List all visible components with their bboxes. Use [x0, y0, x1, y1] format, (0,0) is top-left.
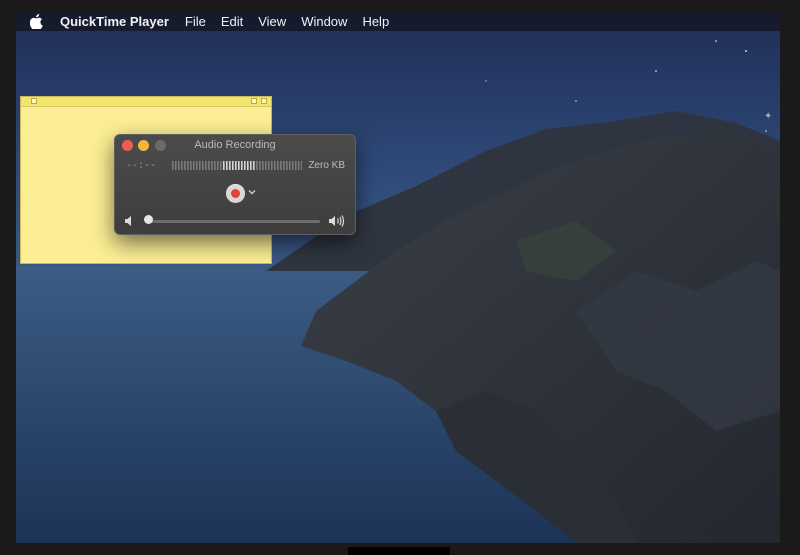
- audio-level-meter: [172, 161, 302, 170]
- speaker-low-icon: [125, 216, 131, 226]
- meter-tick: [250, 161, 252, 170]
- meter-tick: [283, 161, 285, 170]
- meter-tick: [199, 161, 201, 170]
- menu-bar: QuickTime Player File Edit View Window H…: [16, 11, 780, 31]
- meter-tick: [226, 161, 228, 170]
- meter-tick: [292, 161, 294, 170]
- meter-tick: [220, 161, 222, 170]
- meter-tick: [247, 161, 249, 170]
- menu-edit[interactable]: Edit: [221, 14, 243, 29]
- meter-tick: [271, 161, 273, 170]
- meter-tick: [295, 161, 297, 170]
- meter-tick: [223, 161, 225, 170]
- menu-help[interactable]: Help: [362, 14, 389, 29]
- meter-tick: [217, 161, 219, 170]
- desktop: QuickTime Player File Edit View Window H…: [16, 11, 780, 543]
- speaker-high-icon: [329, 215, 345, 227]
- meter-tick: [301, 161, 302, 170]
- audio-recording-window[interactable]: Audio Recording --:-- Zero KB: [114, 134, 356, 235]
- meter-tick: [241, 161, 243, 170]
- dock-edge: [348, 547, 450, 555]
- meter-tick: [253, 161, 255, 170]
- meter-tick: [205, 161, 207, 170]
- meter-tick: [274, 161, 276, 170]
- meter-tick: [178, 161, 180, 170]
- meter-tick: [190, 161, 192, 170]
- meter-tick: [259, 161, 261, 170]
- sticky-close-button[interactable]: [31, 98, 37, 104]
- meter-tick: [208, 161, 210, 170]
- meter-tick: [277, 161, 279, 170]
- meter-tick: [256, 161, 258, 170]
- meter-tick: [262, 161, 264, 170]
- meter-tick: [298, 161, 300, 170]
- meter-tick: [211, 161, 213, 170]
- meter-tick: [214, 161, 216, 170]
- meter-tick: [235, 161, 237, 170]
- elapsed-time: --:--: [126, 161, 157, 172]
- meter-tick: [268, 161, 270, 170]
- meter-tick: [175, 161, 177, 170]
- record-button[interactable]: [226, 184, 245, 203]
- desktop-wallpaper: [16, 11, 780, 543]
- menu-view[interactable]: View: [258, 14, 286, 29]
- meter-tick: [196, 161, 198, 170]
- sticky-note-titlebar[interactable]: [21, 97, 271, 107]
- meter-tick: [172, 161, 174, 170]
- meter-tick: [280, 161, 282, 170]
- meter-tick: [229, 161, 231, 170]
- meter-tick: [244, 161, 246, 170]
- meter-tick: [193, 161, 195, 170]
- chevron-down-icon[interactable]: [247, 187, 257, 197]
- meter-tick: [265, 161, 267, 170]
- meter-tick: [187, 161, 189, 170]
- meter-tick: [286, 161, 288, 170]
- meter-tick: [181, 161, 183, 170]
- apple-icon[interactable]: [30, 13, 44, 29]
- meter-tick: [238, 161, 240, 170]
- window-title: Audio Recording: [194, 139, 276, 151]
- meter-tick: [289, 161, 291, 170]
- menu-app-name[interactable]: QuickTime Player: [60, 14, 169, 29]
- meter-tick: [202, 161, 204, 170]
- sticky-collapse-button[interactable]: [261, 98, 267, 104]
- file-size: Zero KB: [308, 160, 345, 171]
- record-icon: [231, 189, 240, 198]
- volume-slider[interactable]: [145, 220, 320, 223]
- sticky-zoom-button[interactable]: [251, 98, 257, 104]
- menu-window[interactable]: Window: [301, 14, 347, 29]
- meter-tick: [232, 161, 234, 170]
- meter-tick: [184, 161, 186, 170]
- volume-slider-knob[interactable]: [144, 215, 153, 224]
- desktop-edge-icon: ✦: [764, 111, 773, 122]
- menu-file[interactable]: File: [185, 14, 206, 29]
